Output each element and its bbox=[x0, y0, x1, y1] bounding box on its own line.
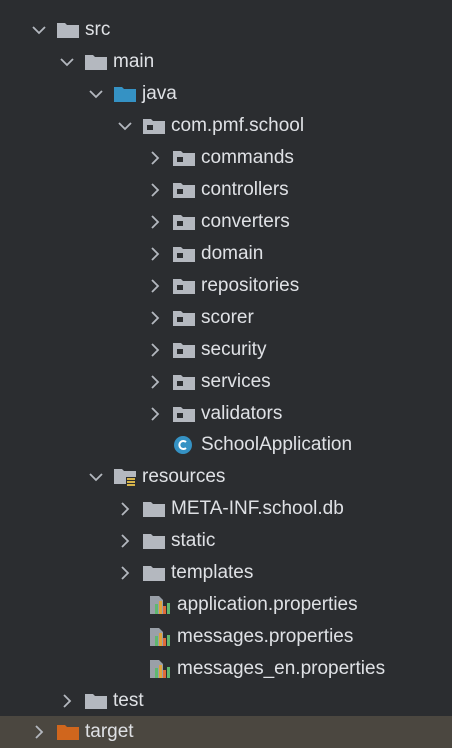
chevron-right-icon[interactable] bbox=[116, 564, 134, 582]
tree-row-label: services bbox=[201, 371, 271, 392]
tree-row-label: security bbox=[201, 339, 267, 360]
properties-file-icon bbox=[149, 596, 171, 614]
tree-row-label: controllers bbox=[201, 179, 289, 200]
tree-row-messages-en-properties[interactable]: messages_en.properties bbox=[0, 653, 452, 685]
tree-row-label: messages_en.properties bbox=[177, 658, 386, 679]
tree-row-label: main bbox=[113, 51, 155, 72]
project-tree: src main java com.pmf.school commands co… bbox=[0, 0, 452, 748]
tree-row-com-pmf-school[interactable]: com.pmf.school bbox=[0, 110, 452, 142]
java-class-icon bbox=[173, 436, 195, 454]
tree-row-label: validators bbox=[201, 403, 283, 424]
tree-row-repositories[interactable]: repositories bbox=[0, 270, 452, 302]
properties-file-icon bbox=[149, 660, 171, 678]
tree-row-label: static bbox=[171, 530, 216, 551]
tree-row-label: application.properties bbox=[177, 594, 358, 615]
package-icon bbox=[173, 149, 195, 167]
tree-row-school-application[interactable]: SchoolApplication bbox=[0, 429, 452, 461]
chevron-right-icon[interactable] bbox=[30, 723, 48, 741]
tree-row-domain[interactable]: domain bbox=[0, 238, 452, 270]
tree-row-main[interactable]: main bbox=[0, 46, 452, 78]
tree-row-templates[interactable]: templates bbox=[0, 557, 452, 589]
tree-row-validators[interactable]: validators bbox=[0, 398, 452, 430]
package-icon bbox=[173, 277, 195, 295]
excluded-folder-icon bbox=[57, 723, 79, 741]
package-icon bbox=[143, 117, 165, 135]
tree-row-converters[interactable]: converters bbox=[0, 206, 452, 238]
tree-row-label: domain bbox=[201, 243, 264, 264]
package-icon bbox=[173, 181, 195, 199]
tree-row-commands[interactable]: commands bbox=[0, 142, 452, 174]
package-icon bbox=[173, 341, 195, 359]
tree-row-application-properties[interactable]: application.properties bbox=[0, 589, 452, 621]
folder-icon bbox=[143, 532, 165, 550]
chevron-right-icon[interactable] bbox=[146, 181, 164, 199]
chevron-down-icon[interactable] bbox=[87, 468, 105, 486]
tree-row-security[interactable]: security bbox=[0, 334, 452, 366]
tree-row-label: SchoolApplication bbox=[201, 434, 353, 455]
tree-row-label: scorer bbox=[201, 307, 254, 328]
tree-row-label: templates bbox=[171, 562, 254, 583]
chevron-right-icon[interactable] bbox=[146, 149, 164, 167]
chevron-right-icon[interactable] bbox=[146, 309, 164, 327]
source-folder-icon bbox=[114, 85, 136, 103]
package-icon bbox=[173, 405, 195, 423]
tree-row-scorer[interactable]: scorer bbox=[0, 302, 452, 334]
tree-row-label: java bbox=[142, 83, 177, 104]
chevron-down-icon[interactable] bbox=[87, 85, 105, 103]
chevron-down-icon[interactable] bbox=[116, 117, 134, 135]
chevron-right-icon[interactable] bbox=[146, 277, 164, 295]
tree-row-src[interactable]: src bbox=[0, 14, 452, 46]
tree-row-resources[interactable]: resources bbox=[0, 461, 452, 493]
chevron-right-icon[interactable] bbox=[146, 405, 164, 423]
tree-row-messages-properties[interactable]: messages.properties bbox=[0, 621, 452, 653]
chevron-right-icon[interactable] bbox=[116, 532, 134, 550]
tree-row-test[interactable]: test bbox=[0, 685, 452, 717]
package-icon bbox=[173, 245, 195, 263]
folder-icon bbox=[57, 21, 79, 39]
tree-row-meta-inf[interactable]: META-INF.school.db bbox=[0, 493, 452, 525]
tree-row-label: converters bbox=[201, 211, 290, 232]
folder-icon bbox=[85, 692, 107, 710]
chevron-right-icon[interactable] bbox=[58, 692, 76, 710]
tree-row-controllers[interactable]: controllers bbox=[0, 174, 452, 206]
package-icon bbox=[173, 373, 195, 391]
tree-row-target[interactable]: target bbox=[0, 716, 452, 748]
tree-row-static[interactable]: static bbox=[0, 525, 452, 557]
tree-row-services[interactable]: services bbox=[0, 366, 452, 398]
tree-row-label: src bbox=[85, 19, 111, 40]
tree-row-label: commands bbox=[201, 147, 294, 168]
tree-row-label: messages.properties bbox=[177, 626, 354, 647]
tree-row-label: test bbox=[113, 690, 144, 711]
tree-row-label: META-INF.school.db bbox=[171, 498, 344, 519]
chevron-down-icon[interactable] bbox=[58, 53, 76, 71]
resources-folder-icon bbox=[114, 468, 136, 486]
chevron-right-icon[interactable] bbox=[146, 341, 164, 359]
package-icon bbox=[173, 309, 195, 327]
tree-row-java[interactable]: java bbox=[0, 78, 452, 110]
chevron-right-icon[interactable] bbox=[116, 500, 134, 518]
chevron-right-icon[interactable] bbox=[146, 373, 164, 391]
chevron-down-icon[interactable] bbox=[30, 21, 48, 39]
folder-icon bbox=[85, 53, 107, 71]
tree-row-label: com.pmf.school bbox=[171, 115, 305, 136]
properties-file-icon bbox=[149, 628, 171, 646]
tree-row-label: target bbox=[85, 721, 134, 742]
folder-icon bbox=[143, 500, 165, 518]
package-icon bbox=[173, 213, 195, 231]
chevron-right-icon[interactable] bbox=[146, 213, 164, 231]
tree-row-label: resources bbox=[142, 466, 226, 487]
folder-icon bbox=[143, 564, 165, 582]
chevron-right-icon[interactable] bbox=[146, 245, 164, 263]
tree-row-label: repositories bbox=[201, 275, 300, 296]
